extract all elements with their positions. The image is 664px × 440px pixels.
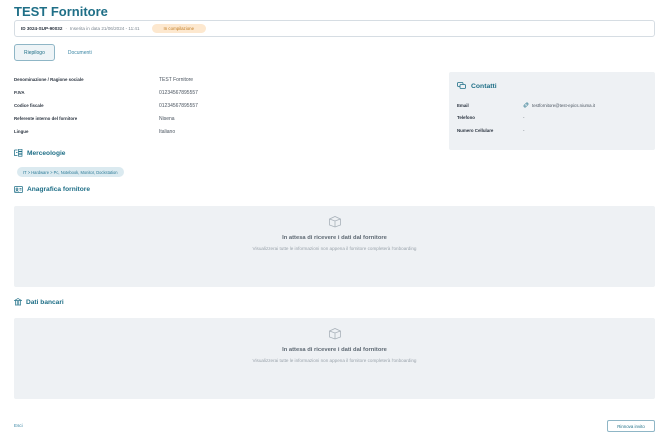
empty-title: In attesa di ricevere i dati dal fornito… <box>282 347 387 353</box>
status-badge: In compilazione <box>151 24 207 33</box>
info-row: P.IVA 01234567895557 <box>14 86 198 99</box>
exit-link[interactable]: Esci <box>14 423 23 428</box>
category-icon <box>14 149 23 157</box>
info-row: Denominazione / Ragione sociale TEST For… <box>14 73 198 86</box>
contact-value: - <box>523 115 525 120</box>
info-value: 01234567895557 <box>159 89 198 96</box>
info-value: TEST Fornitore <box>159 76 194 83</box>
contact-row-email: Email testfornitore@test-epics.niuma.it <box>457 102 595 108</box>
tab-riepilogo[interactable]: Riepilogo <box>14 44 55 61</box>
contact-row-phone: Telefono - <box>457 115 524 120</box>
info-value: Italiano <box>159 128 176 135</box>
contacts-panel: Contatti Email testfornitore@test-epics.… <box>449 72 655 150</box>
contact-label: Numero Cellulare <box>457 128 494 133</box>
contact-label: Email <box>457 102 469 108</box>
bancari-header: Dati bancari <box>14 298 64 306</box>
info-label: Denominazione / Ragione sociale <box>14 77 84 82</box>
empty-subtitle: Visualizzerai tutte le informazioni non … <box>252 246 417 251</box>
contacts-title: Contatti <box>471 82 497 90</box>
info-row: Codice fiscale 01234567895557 <box>14 99 198 112</box>
contact-value: testfornitore@test-epics.niuma.it <box>523 102 595 108</box>
info-label: Codice fiscale <box>14 103 44 108</box>
bancari-title: Dati bancari <box>26 298 64 306</box>
merceologie-header: Merceologie <box>14 149 65 157</box>
id-card-icon <box>14 186 23 193</box>
bancari-empty-state: In attesa di ricevere i dati dal fornito… <box>14 318 655 399</box>
info-label: Referente interno del fornitore <box>14 116 78 121</box>
empty-box-icon <box>328 216 341 228</box>
info-row: Referente interno del fornitore Nisena <box>14 112 198 125</box>
info-label: Lingue <box>14 129 29 134</box>
page-title: TEST Fornitore <box>14 4 108 19</box>
contact-label: Telefono <box>457 115 475 120</box>
chat-icon <box>457 82 466 89</box>
empty-title: In attesa di ricevere i dati dal fornito… <box>282 235 387 241</box>
info-value: 01234567895557 <box>159 102 198 109</box>
info-row: Lingue Italiano <box>14 125 198 138</box>
link-icon <box>523 102 529 108</box>
contacts-header: Contatti <box>457 82 497 90</box>
contact-row-mobile: Numero Cellulare - <box>457 128 524 133</box>
inserted-date: Inserita in data 21/06/2024 - 11:41 <box>69 26 140 31</box>
resend-invite-button[interactable]: Rinnova invito <box>607 420 655 432</box>
category-chip: IT > Hardware > Pc, Notebook, Monitor, D… <box>17 167 124 177</box>
supplier-info: Denominazione / Ragione sociale TEST For… <box>14 73 198 138</box>
info-label: P.IVA <box>14 90 25 95</box>
bank-icon <box>14 298 22 306</box>
empty-subtitle: Visualizzerai tutte le informazioni non … <box>252 358 417 363</box>
anagrafica-title: Anagrafica fornitore <box>27 186 91 193</box>
info-value: Nisena <box>159 115 175 122</box>
supplier-id-bar: ID 3024-SUP-90032 · Inserita in data 21/… <box>14 20 655 37</box>
separator: · <box>65 26 67 31</box>
empty-box-icon <box>328 328 341 340</box>
merceologie-title: Merceologie <box>27 149 66 157</box>
contact-email[interactable]: testfornitore@test-epics.niuma.it <box>532 103 595 108</box>
anagrafica-empty-state: In attesa di ricevere i dati dal fornito… <box>14 206 655 287</box>
supplier-id: ID 3024-SUP-90032 <box>21 26 63 31</box>
tab-bar: Riepilogo Documenti <box>14 44 101 61</box>
tab-documenti[interactable]: Documenti <box>59 44 101 61</box>
anagrafica-header: Anagrafica fornitore <box>14 186 90 193</box>
contact-value: - <box>523 128 525 133</box>
